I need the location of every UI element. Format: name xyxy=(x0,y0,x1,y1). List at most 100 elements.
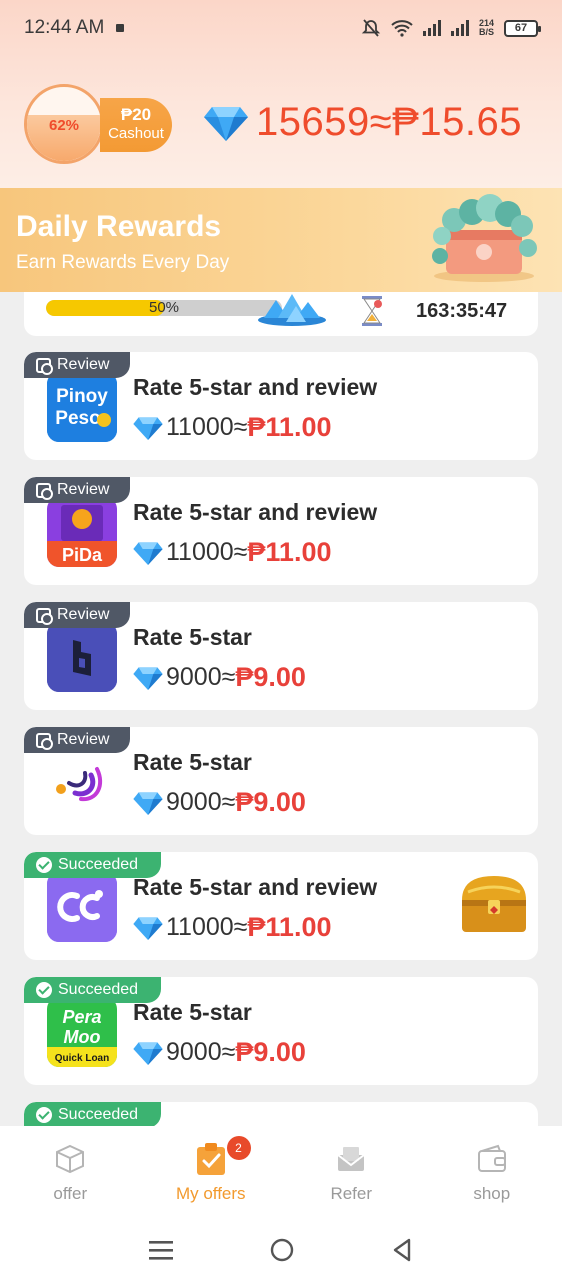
offer-reward: 9000≈ ₱9.00 xyxy=(133,662,306,693)
diamond-icon xyxy=(133,666,163,690)
svg-text:Quick Loan: Quick Loan xyxy=(55,1053,109,1064)
offer-title: Rate 5-star and review xyxy=(133,499,378,525)
review-clock-icon xyxy=(36,482,53,500)
tab-label: My offers xyxy=(175,1184,246,1203)
diamond-icon xyxy=(133,541,163,565)
mute-bell-icon xyxy=(361,19,381,37)
status-bar: 12:44 AM 214 B/S 67 xyxy=(0,0,562,56)
review-clock-icon xyxy=(36,357,53,375)
offer-diamonds: 9000≈ xyxy=(166,663,236,691)
offer-title: Rate 5-star and review xyxy=(133,374,378,400)
treasure-chest-icon[interactable] xyxy=(454,870,534,940)
signal-icon-2 xyxy=(450,20,469,36)
offer-card[interactable]: Review Rate 5-star 9000≈ ₱9.00 xyxy=(24,727,538,835)
offer-card[interactable]: Pinoy Peso Review Rate 5-star and review… xyxy=(24,352,538,460)
offer-card[interactable]: Pera Moo Quick Loan Succeeded Rate 5-sta… xyxy=(24,977,538,1085)
bottom-nav: offer 2 My offers Refer shop xyxy=(0,1126,562,1220)
svg-text:Pinoy: Pinoy xyxy=(56,386,108,407)
tab-label: Refer xyxy=(330,1184,373,1203)
progress-percent: 62% xyxy=(48,117,80,134)
network-speed-unit: B/S xyxy=(478,27,494,37)
offer-diamonds: 9000≈ xyxy=(166,788,236,816)
offer-reward: 9000≈ ₱9.00 xyxy=(133,1037,306,1068)
tab-my-offers[interactable]: 2 My offers xyxy=(141,1126,282,1220)
status-badge-label: Succeeded xyxy=(58,981,139,998)
status-badge: Review xyxy=(24,727,130,753)
home-icon[interactable] xyxy=(270,1238,294,1262)
offer-peso-value: ₱11.00 xyxy=(247,537,332,567)
offer-card[interactable]: PiDa Review Rate 5-star and review 11000… xyxy=(24,477,538,585)
offer-title: Rate 5-star and review xyxy=(133,874,378,900)
diamond-icon xyxy=(204,106,248,141)
offer-reward: 11000≈ ₱11.00 xyxy=(133,537,331,568)
cashout-amount: ₱20 xyxy=(120,105,152,124)
offer-peso-value: ₱9.00 xyxy=(235,662,306,692)
tab-shop[interactable]: shop xyxy=(422,1126,562,1220)
daily-progress-card: 50% 163:35:47 xyxy=(24,292,538,336)
status-badge: Review xyxy=(24,477,130,503)
app-icon-shield xyxy=(47,622,117,692)
cashout-label: Cashout xyxy=(108,125,164,142)
countdown-timer: 163:35:47 xyxy=(416,300,508,322)
offer-card[interactable]: Review Rate 5-star 9000≈ ₱9.00 xyxy=(24,602,538,710)
diamond-icon xyxy=(133,916,163,940)
status-badge-label: Succeeded xyxy=(58,1106,139,1123)
back-icon[interactable] xyxy=(391,1238,413,1262)
check-icon xyxy=(36,857,52,873)
app-icon-pinoy-peso: Pinoy Peso xyxy=(47,372,117,442)
wallet-icon xyxy=(477,1144,506,1172)
tab-label: offer xyxy=(53,1184,88,1203)
review-clock-icon xyxy=(36,732,53,750)
app-icon-pera-moo: Pera Moo Quick Loan xyxy=(47,997,117,1067)
wifi-icon xyxy=(391,20,413,37)
offer-diamonds: 11000≈ xyxy=(166,913,248,941)
system-nav-bar xyxy=(0,1220,562,1280)
diamond-icon xyxy=(133,1041,163,1065)
menu-icon[interactable] xyxy=(148,1239,173,1261)
app-icon-cc xyxy=(47,872,117,942)
offer-card[interactable]: Succeeded Rate 5-star and review 11000≈ … xyxy=(24,852,538,960)
offer-reward: 9000≈ ₱9.00 xyxy=(133,787,306,818)
header: 12:44 AM 214 B/S 67 62% ₱20 Cashout 1565… xyxy=(0,0,562,190)
signal-icon xyxy=(422,20,441,36)
diamond-balance: 15659≈₱15.65 xyxy=(204,100,522,145)
offer-title: Rate 5-star xyxy=(133,624,252,650)
diamond-icon xyxy=(133,791,163,815)
status-badge: Succeeded xyxy=(24,1102,161,1128)
daily-progress-label: 50% xyxy=(148,300,180,316)
offer-reward: 11000≈ ₱11.00 xyxy=(133,912,331,943)
battery-icon: 67 xyxy=(504,19,541,37)
daily-rewards-banner[interactable]: Daily Rewards Earn Rewards Every Day xyxy=(0,188,562,292)
cashout-button[interactable]: ₱20 Cashout xyxy=(100,98,172,152)
offer-peso-value: ₱11.00 xyxy=(247,412,332,442)
cashout-progress-circle[interactable]: 62% xyxy=(24,84,104,164)
diamond-pile-icon xyxy=(258,294,326,326)
daily-rewards-subtitle: Earn Rewards Every Day xyxy=(16,252,230,273)
tab-label: shop xyxy=(473,1184,511,1203)
daily-progress-bar: 50% xyxy=(46,300,282,316)
battery-level: 67 xyxy=(514,22,528,34)
status-badge-label: Review xyxy=(57,606,110,623)
box-icon xyxy=(56,1144,85,1174)
svg-text:Moo: Moo xyxy=(64,1027,101,1047)
status-time: 12:44 AM xyxy=(24,17,105,38)
offer-diamonds: 11000≈ xyxy=(166,538,248,566)
status-badge: Review xyxy=(24,602,130,628)
clipboard-check-icon xyxy=(196,1143,225,1175)
notification-count-badge: 2 xyxy=(226,1136,251,1160)
svg-text:PiDa: PiDa xyxy=(62,545,103,565)
offer-title: Rate 5-star xyxy=(133,749,252,775)
app-icon-pida: PiDa xyxy=(47,497,117,567)
envelope-gift-icon xyxy=(337,1147,365,1171)
app-icon-swirl xyxy=(47,747,117,817)
network-speed: 214 B/S xyxy=(479,19,494,37)
tab-offer[interactable]: offer xyxy=(0,1126,141,1220)
offer-diamonds: 9000≈ xyxy=(166,1038,236,1066)
diamond-icon xyxy=(133,416,163,440)
offer-title: Rate 5-star xyxy=(133,999,252,1025)
offer-peso-value: ₱9.00 xyxy=(235,787,306,817)
tab-refer[interactable]: Refer xyxy=(281,1126,422,1220)
check-icon xyxy=(36,1107,52,1123)
offer-peso-value: ₱9.00 xyxy=(235,1037,306,1067)
offer-peso-value: ₱11.00 xyxy=(247,912,332,942)
